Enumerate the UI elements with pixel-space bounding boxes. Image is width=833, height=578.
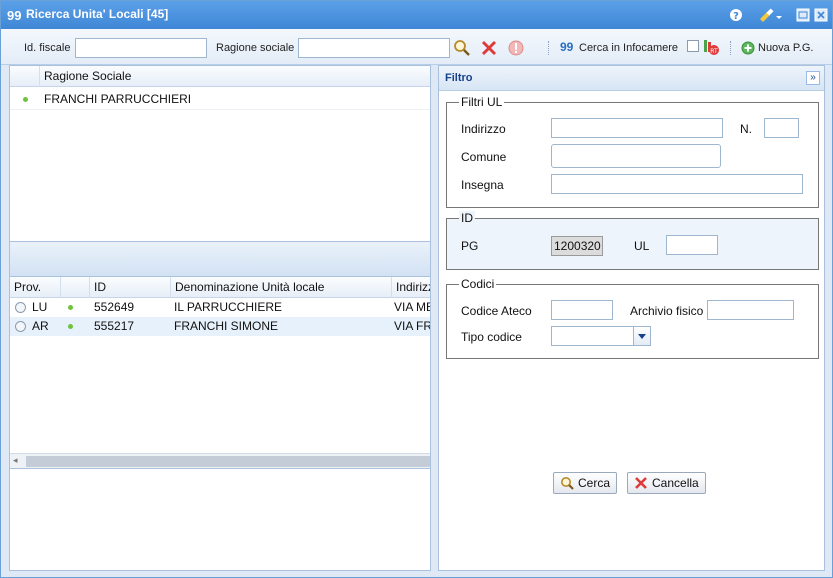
clear-icon[interactable]	[481, 40, 497, 56]
quote-icon: 99	[7, 8, 22, 23]
search-icon[interactable]	[453, 39, 471, 57]
insegna-label: Insegna	[461, 178, 504, 192]
toolbar-separator	[548, 41, 550, 55]
maximize-icon[interactable]	[795, 7, 811, 23]
column-id[interactable]: ID	[90, 277, 171, 298]
grid-divider-band	[9, 242, 431, 276]
grid-header: Prov. ID Denominazione Unità locale Indi…	[10, 277, 430, 298]
codici-fieldset: Codici Codice Ateco Archivio fisico Tipo…	[446, 277, 819, 359]
horizontal-scrollbar[interactable]: ◂	[10, 453, 430, 468]
pg-label: PG	[461, 239, 479, 253]
help-icon[interactable]: ?	[728, 7, 744, 23]
nuova-pg-button[interactable]: Nuova P.G.	[758, 42, 813, 54]
id-fiscale-label: Id. fiscale	[24, 42, 71, 54]
row-radio[interactable]	[15, 302, 26, 313]
cancel-icon	[635, 477, 647, 489]
column-status[interactable]	[61, 277, 90, 298]
filter-panel: Filtro » Filtri UL Indirizzo N. Comune I…	[438, 65, 825, 571]
column-indirizzo[interactable]: Indirizz	[392, 277, 430, 298]
left-empty-area	[9, 469, 431, 571]
comune-input[interactable]	[551, 144, 721, 168]
numero-label: N.	[740, 122, 752, 136]
filtri-ul-legend: Filtri UL	[459, 95, 505, 109]
stop-icon[interactable]	[508, 40, 524, 56]
numero-input[interactable]	[764, 118, 799, 138]
table-row[interactable]: AR 555217 FRANCHI SIMONE VIA FR	[10, 317, 430, 336]
search-window: 99 Ricerca Unita' Locali [45] ? Id. fisc…	[0, 0, 833, 578]
add-icon[interactable]	[741, 41, 755, 55]
id-fiscale-input[interactable]	[75, 38, 207, 58]
row-prov: AR	[32, 319, 49, 333]
row-denominazione: IL PARRUCCHIERE	[174, 300, 283, 314]
column-prov[interactable]: Prov.	[10, 277, 61, 298]
column-ragione-sociale[interactable]: Ragione Sociale	[40, 66, 432, 87]
tipo-codice-label: Tipo codice	[461, 330, 522, 344]
row-id: 552649	[94, 300, 135, 314]
svg-text:?: ?	[733, 11, 739, 22]
indirizzo-label: Indirizzo	[461, 122, 506, 136]
tipo-codice-select[interactable]	[551, 326, 651, 346]
infocamere-checkbox[interactable]	[687, 40, 699, 52]
cerca-label: Cerca	[578, 476, 611, 490]
comune-label: Comune	[461, 150, 507, 164]
archivio-fisico-label: Archivio fisico	[630, 304, 704, 318]
scroll-left-icon[interactable]: ◂	[13, 455, 18, 466]
row-prov: LU	[32, 300, 48, 314]
table-row[interactable]: LU 552649 IL PARRUCCHIERE VIA ME	[10, 298, 430, 317]
infocamere-label[interactable]: Cerca in Infocamere	[579, 42, 678, 54]
ul-input[interactable]	[666, 235, 718, 255]
scrollbar-thumb[interactable]	[26, 456, 430, 467]
row-indirizzo: VIA FR	[394, 319, 431, 333]
row-denominazione: FRANCHI SIMONE	[174, 319, 279, 333]
collapse-icon[interactable]: »	[806, 71, 820, 85]
codice-ateco-input[interactable]	[551, 300, 613, 320]
infocamere-quote-icon: 99	[560, 40, 574, 54]
indirizzo-input[interactable]	[551, 118, 723, 138]
cerca-button[interactable]: Cerca	[553, 472, 618, 494]
id-fieldset: ID PG 1200320 UL	[446, 211, 819, 270]
search-toolbar: Id. fiscale Ragione sociale 99 Cerca in …	[1, 29, 832, 65]
grid-header-spacer	[10, 66, 40, 87]
filter-title: Filtro	[445, 72, 473, 84]
chevron-down-icon[interactable]	[633, 327, 650, 345]
codici-legend: Codici	[459, 277, 497, 291]
id-legend: ID	[459, 211, 475, 225]
row-id: 555217	[94, 319, 135, 333]
insegna-input[interactable]	[551, 174, 803, 194]
cancella-button[interactable]: Cancella	[627, 472, 706, 494]
filter-header: Filtro »	[439, 66, 824, 91]
grid-header: Ragione Sociale	[10, 66, 430, 87]
ragione-sociale-grid: Ragione Sociale FRANCHI PARRUCCHIERI	[9, 65, 431, 242]
infocamere-logo-icon: RT	[702, 38, 720, 56]
unita-locali-grid: Prov. ID Denominazione Unità locale Indi…	[9, 276, 431, 469]
row-radio[interactable]	[15, 321, 26, 332]
svg-text:RT: RT	[710, 48, 718, 55]
filtri-ul-fieldset: Filtri UL Indirizzo N. Comune Insegna	[446, 95, 819, 208]
tools-menu-icon[interactable]	[758, 7, 784, 23]
ragione-sociale-label: Ragione sociale	[216, 42, 295, 54]
ragione-sociale-input[interactable]	[298, 38, 450, 58]
status-dot	[68, 324, 73, 329]
row-ragione-sociale: FRANCHI PARRUCCHIERI	[44, 92, 192, 106]
column-denominazione[interactable]: Denominazione Unità locale	[171, 277, 392, 298]
toolbar-separator	[730, 41, 732, 55]
row-indirizzo: VIA ME	[394, 300, 431, 314]
pg-value: 1200320	[551, 236, 603, 256]
table-row[interactable]: FRANCHI PARRUCCHIERI	[10, 88, 430, 110]
search-icon	[561, 477, 574, 490]
status-dot	[68, 305, 73, 310]
window-title: Ricerca Unita' Locali [45]	[26, 7, 169, 21]
close-icon[interactable]	[813, 7, 829, 23]
codice-ateco-label: Codice Ateco	[461, 304, 532, 318]
ul-label: UL	[634, 239, 650, 253]
panel-splitter[interactable]	[431, 65, 438, 571]
title-bar: 99 Ricerca Unita' Locali [45] ?	[1, 1, 832, 29]
archivio-fisico-input[interactable]	[707, 300, 794, 320]
status-dot	[23, 97, 28, 102]
cancella-label: Cancella	[652, 476, 699, 490]
